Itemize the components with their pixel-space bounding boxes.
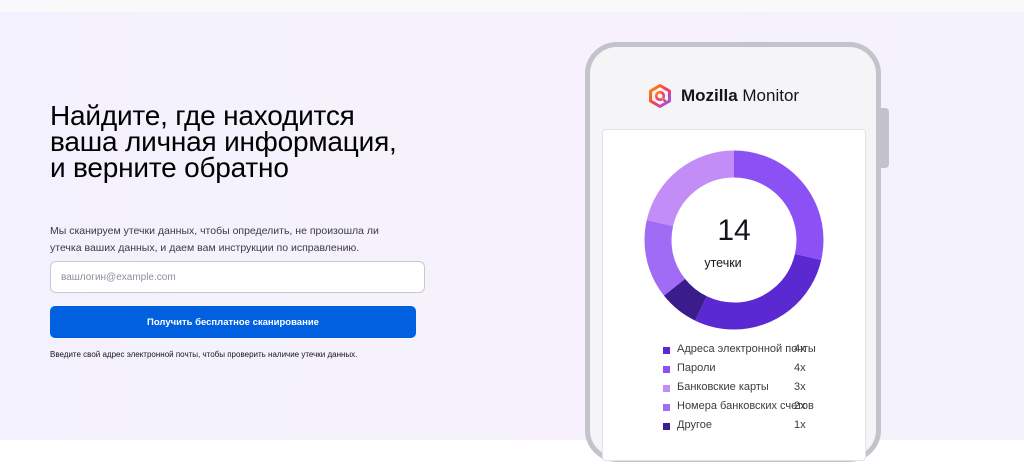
brand-name-bold: Mozilla bbox=[681, 86, 738, 105]
phone-side-button bbox=[880, 108, 889, 168]
brand-name: Mozilla Monitor bbox=[681, 86, 799, 106]
legend-label: Банковские карты bbox=[677, 381, 769, 393]
legend-swatch bbox=[663, 385, 670, 392]
breach-legend: Адреса электронной почты 4x Пароли 4x Банков… bbox=[663, 343, 863, 438]
brand-name-rest: Monitor bbox=[737, 86, 800, 105]
legend-item: Другое 1x bbox=[663, 419, 863, 438]
breach-label: утечки bbox=[704, 256, 742, 270]
email-field[interactable] bbox=[50, 261, 425, 293]
legend-count: 4x bbox=[794, 362, 806, 374]
legend-label: Пароли bbox=[677, 362, 716, 374]
top-strip bbox=[0, 0, 1024, 12]
hero-subtitle: Мы сканируем утечки данных, чтобы опреде… bbox=[50, 225, 379, 254]
breach-count: 14 bbox=[717, 214, 751, 247]
legend-swatch bbox=[663, 347, 670, 354]
legend-count: 4x bbox=[794, 343, 806, 355]
legend-label: Другое bbox=[677, 419, 712, 431]
legend-item: Банковские карты 3x bbox=[663, 381, 863, 400]
legend-item: Номера банковских счетов 2x bbox=[663, 400, 863, 419]
legend-swatch bbox=[663, 366, 670, 373]
free-scan-button[interactable]: Получить бесплатное сканирование bbox=[50, 306, 416, 338]
page-title: Найдите, где находится ваша личная инфор… bbox=[50, 100, 397, 183]
brand: Mozilla Monitor bbox=[648, 82, 799, 110]
legend-item: Адреса электронной почты 4x bbox=[663, 343, 863, 362]
legend-count: 2x bbox=[794, 400, 806, 412]
legend-swatch bbox=[663, 423, 670, 430]
legend-count: 1x bbox=[794, 419, 806, 431]
legend-item: Пароли 4x bbox=[663, 362, 863, 381]
legend-swatch bbox=[663, 404, 670, 411]
mozilla-monitor-logo-icon bbox=[649, 84, 671, 108]
email-helper-text: Введите свой адрес электронной почты, чт… bbox=[50, 350, 358, 359]
legend-count: 3x bbox=[794, 381, 806, 393]
